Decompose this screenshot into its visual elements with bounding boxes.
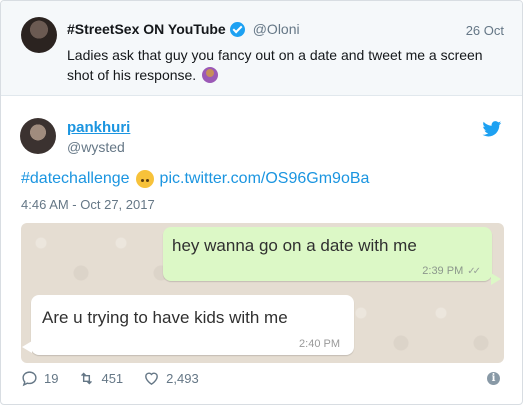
reply-button[interactable]: 19 — [21, 370, 58, 387]
outgoing-message-bubble: hey wanna go on a date with me 2:39 PM ✓… — [163, 227, 501, 285]
outgoing-message-time: 2:39 PM — [422, 265, 464, 277]
media-link[interactable]: pic.twitter.com/OS96Gm9oBa — [160, 170, 370, 188]
upside-down-face-icon — [135, 170, 154, 188]
info-icon[interactable]: i — [487, 372, 500, 385]
retweet-count: 451 — [101, 371, 124, 386]
incoming-message-bubble: Are u trying to have kids with me 2:40 P… — [22, 295, 354, 355]
author-name[interactable]: pankhuri — [67, 119, 130, 136]
quoted-author-handle[interactable]: @Oloni — [253, 21, 300, 37]
like-count: 2,493 — [166, 371, 199, 386]
twitter-bird-icon[interactable] — [482, 121, 502, 137]
incoming-message-time: 2:40 PM — [299, 338, 340, 350]
hashtag-link[interactable]: #datechallenge — [21, 170, 130, 188]
double-check-icon: ✓✓ — [467, 265, 481, 277]
retweet-icon — [81, 372, 93, 385]
tweet-text: #datechallenge pic.twitter.com/OS96Gm9oB… — [21, 170, 369, 188]
verified-badge-icon — [229, 21, 245, 37]
author-avatar[interactable] — [20, 118, 56, 154]
tweet-actions: 19 451 2,493 — [21, 370, 219, 387]
outgoing-message-meta: 2:39 PM ✓✓ — [422, 265, 481, 277]
incoming-message-text: Are u trying to have kids with me — [42, 308, 288, 327]
quoted-avatar[interactable] — [21, 17, 57, 53]
author-handle[interactable]: @wysted — [67, 139, 125, 155]
person-shrugging-icon — [202, 67, 219, 83]
chat-screenshot-image[interactable]: hey wanna go on a date with me 2:39 PM ✓… — [21, 223, 504, 363]
heart-icon — [145, 372, 159, 386]
quoted-text: Ladies ask that guy you fancy out on a d… — [67, 45, 507, 85]
quoted-tweet[interactable]: #StreetSex ON YouTube @Oloni 26 Oct Ladi… — [1, 1, 522, 96]
quoted-date[interactable]: 26 Oct — [466, 23, 504, 38]
quoted-author-name[interactable]: #StreetSex ON YouTube — [67, 21, 226, 37]
retweet-button[interactable]: 451 — [78, 370, 123, 387]
quoted-author[interactable]: #StreetSex ON YouTube @Oloni — [67, 21, 300, 37]
tweet-timestamp[interactable]: 4:46 AM - Oct 27, 2017 — [21, 197, 155, 212]
outgoing-message-text: hey wanna go on a date with me — [172, 236, 417, 255]
reply-count: 19 — [44, 371, 59, 386]
like-button[interactable]: 2,493 — [143, 370, 199, 387]
quoted-text-body: Ladies ask that guy you fancy out on a d… — [67, 47, 483, 83]
embedded-tweet: #StreetSex ON YouTube @Oloni 26 Oct Ladi… — [0, 0, 523, 405]
reply-icon — [22, 371, 37, 387]
